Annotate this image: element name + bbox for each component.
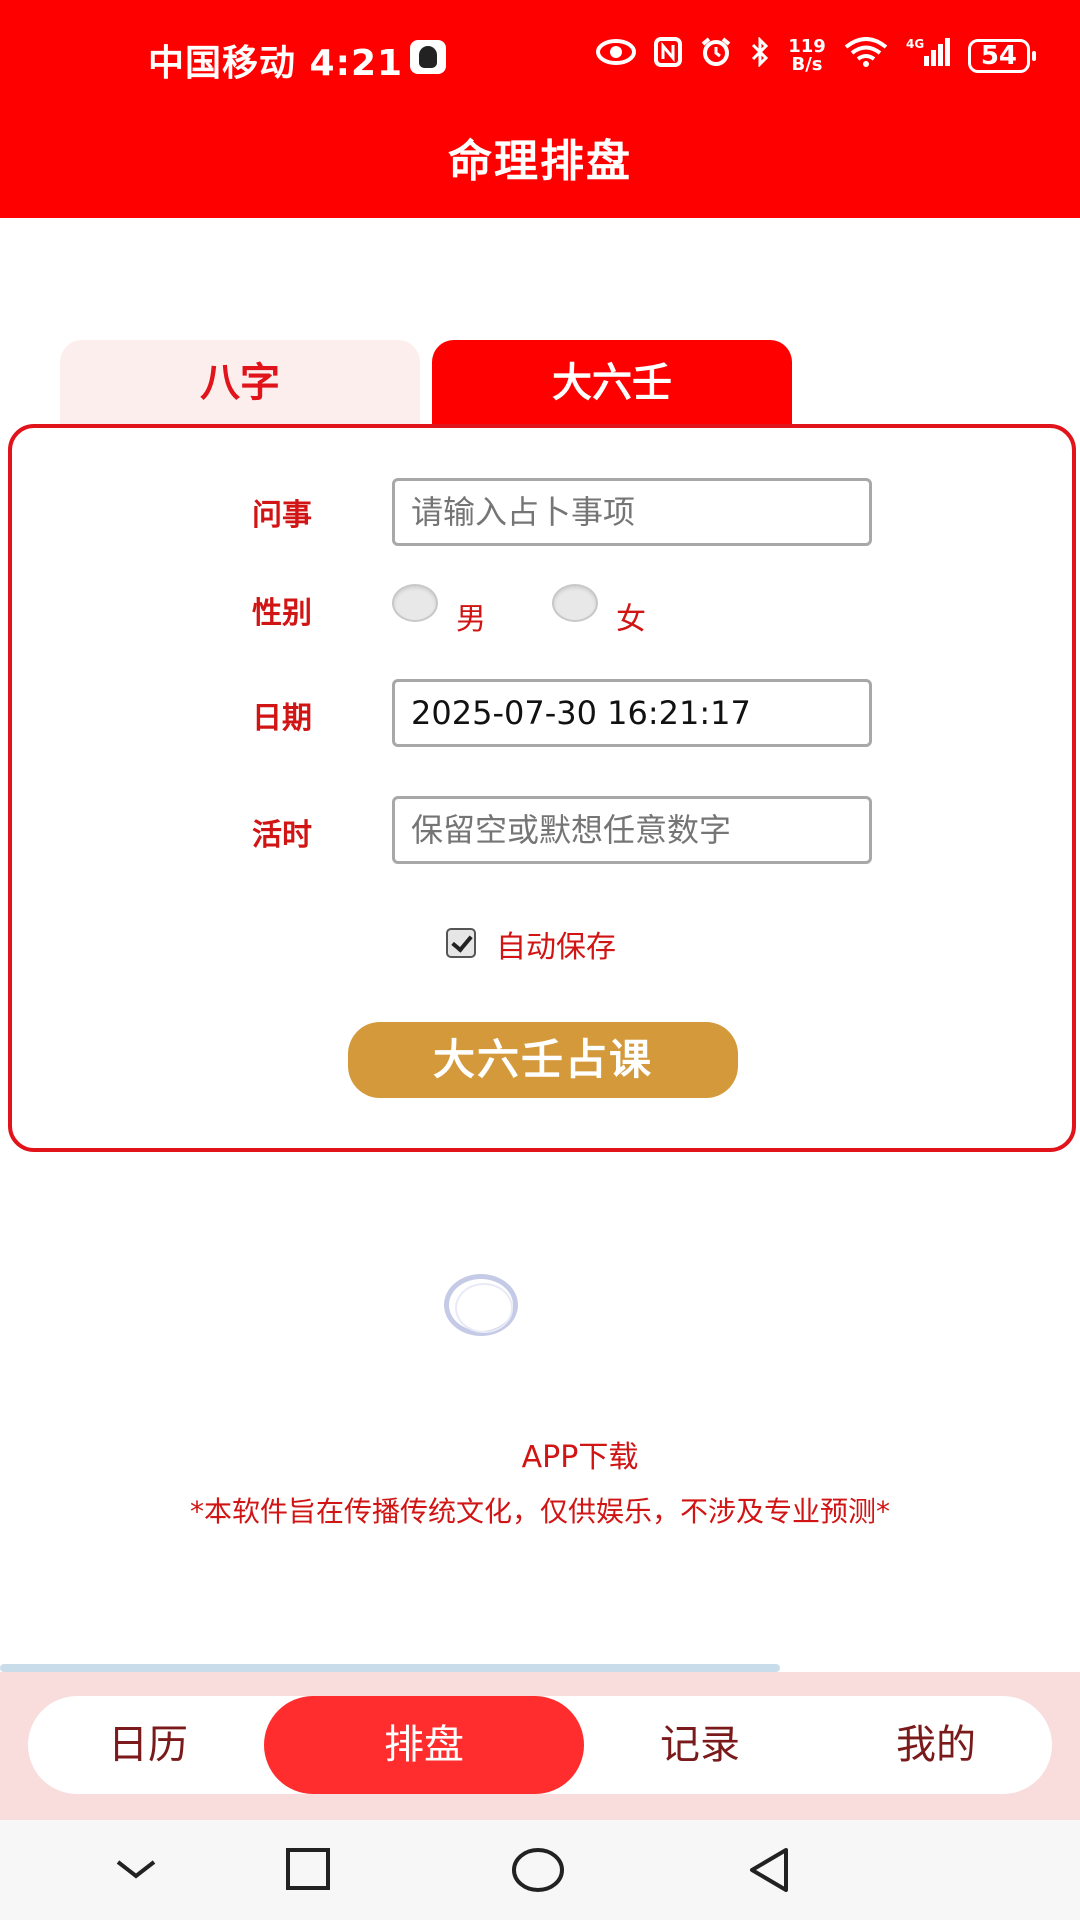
gender-female-label: 女 [616,602,646,637]
live-time-input[interactable] [392,796,872,864]
submit-divination-button[interactable]: 大六壬占课 [348,1022,738,1098]
carrier-time: 中国移动 4:21 [148,43,404,84]
date-label: 日期 [252,701,312,736]
alarm-icon [700,37,732,75]
gender-male-label: 男 [456,602,486,637]
net-speed: 119 B/s [788,38,826,74]
app-download-link[interactable]: APP下载 [0,1432,1080,1476]
date-field[interactable]: 2025-07-30 16:21:17 [392,679,872,747]
nav-item-calendar[interactable]: 日历 [48,1696,248,1794]
status-icons: 119 B/s 4G 54 [596,36,1037,76]
nfc-icon [654,37,683,75]
page-progress-bar [0,1664,780,1672]
page-title: 命理排盘 [448,136,632,187]
nav-item-mine[interactable]: 我的 [836,1696,1036,1794]
gender-female-radio[interactable] [552,584,598,622]
loading-spinner-icon [444,1274,518,1336]
back-icon[interactable] [740,1840,800,1900]
question-input[interactable] [392,478,872,546]
question-label: 问事 [252,498,312,533]
chevron-down-icon[interactable] [106,1840,166,1900]
gender-label: 性别 [252,596,312,631]
wifi-icon [844,37,888,75]
tab-bazi[interactable]: 八字 [60,340,420,426]
autosave-label: 自动保存 [496,930,616,965]
live-time-label: 活时 [252,818,312,853]
tab-da-liu-ren[interactable]: 大六壬 [432,340,792,426]
gender-male-radio[interactable] [392,584,438,622]
qq-notification-icon [410,40,446,74]
nav-item-records[interactable]: 记录 [600,1696,800,1794]
net-speed-unit: B/s [791,54,823,75]
status-bar: 中国移动 4:21 119 B/s 4G 54 [0,0,1080,115]
battery-indicator: 54 [967,39,1037,73]
svg-text:4G: 4G [906,37,924,51]
autosave-checkbox[interactable] [446,928,476,958]
bluetooth-icon [750,36,770,75]
nav-item-chart[interactable]: 排盘 [264,1696,584,1794]
disclaimer-text: *本软件旨在传播传统文化，仅供娱乐，不涉及专业预测* [189,1495,890,1528]
signal-icon: 4G [906,36,950,76]
home-icon[interactable] [508,1840,568,1900]
recent-apps-icon[interactable] [278,1840,338,1900]
eye-icon [596,38,637,74]
